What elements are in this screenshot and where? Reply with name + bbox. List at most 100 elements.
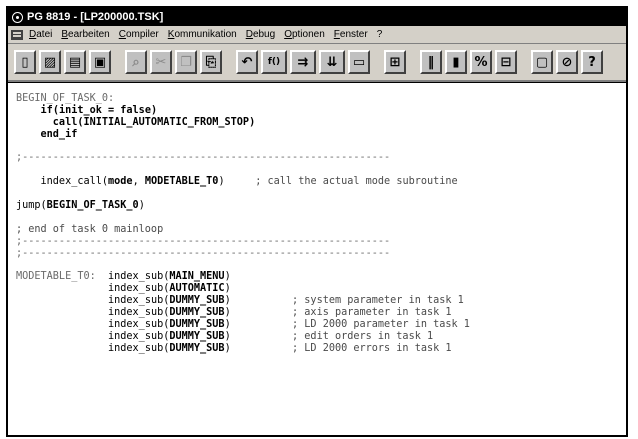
code-line: end_if xyxy=(16,128,78,140)
debug-button[interactable]: ⊞ xyxy=(384,50,406,74)
table-row: index_sub(DUMMY_SUB) ; system parameter … xyxy=(16,295,626,307)
table-row: index_sub(DUMMY_SUB) ; LD 2000 parameter… xyxy=(16,319,626,331)
help-context-button[interactable]: ⊘ xyxy=(556,50,578,74)
pad xyxy=(16,283,108,294)
pad xyxy=(16,331,108,342)
save-icon: ▣ xyxy=(93,54,107,70)
paren: ) xyxy=(224,295,293,307)
compile-button[interactable]: ⇉ xyxy=(290,50,316,74)
menu-fenster[interactable]: Fenster xyxy=(334,29,368,40)
copy-button[interactable]: ❐ xyxy=(175,50,197,74)
stop-icon: ‖ xyxy=(427,54,435,70)
menu-help[interactable]: ? xyxy=(377,29,383,40)
window-title: PG 8819 - [LP200000.TSK] xyxy=(27,11,164,23)
paren: ) xyxy=(224,283,231,295)
compile-icon: ⇉ xyxy=(297,54,309,70)
sub-arg: MAIN_MENU xyxy=(169,271,225,283)
menu-debug[interactable]: Debug xyxy=(246,29,275,40)
code-line: jump(BEGIN_OF_TASK_0) xyxy=(16,200,626,212)
index-sub: index_sub( xyxy=(108,295,170,307)
label-modetable: MODETABLE_T0: xyxy=(16,271,96,283)
menu-bearbeiten[interactable]: Bearbeiten xyxy=(61,29,109,40)
index-sub: index_sub( xyxy=(108,330,170,342)
pad xyxy=(16,343,108,354)
copy-icon: ❐ xyxy=(180,54,192,70)
comment: ; LD 2000 parameter in task 1 xyxy=(292,318,470,330)
variables-button[interactable]: % xyxy=(470,50,492,74)
index-sub: index_sub( xyxy=(108,342,170,354)
open-button[interactable]: ▨ xyxy=(39,50,61,74)
if-statement: if(init_ok = false) xyxy=(40,104,158,116)
cut-button[interactable]: ✂ xyxy=(150,50,172,74)
label-begin-of-task: BEGIN_OF_TASK_0: xyxy=(16,93,115,104)
paren: ) xyxy=(224,318,293,330)
window-button[interactable]: ▢ xyxy=(531,50,553,74)
comment: ; LD 2000 errors in task 1 xyxy=(292,342,452,354)
menu-optionen[interactable]: Optionen xyxy=(284,29,325,40)
sub-arg: DUMMY_SUB xyxy=(169,330,225,342)
function-button[interactable]: f() xyxy=(261,50,287,74)
menu-datei[interactable]: Datei xyxy=(29,29,52,40)
code-line: BEGIN_OF_TASK_0: xyxy=(16,93,626,105)
table-row: index_sub(DUMMY_SUB) ; axis parameter in… xyxy=(16,307,626,319)
menu-compiler[interactable]: Compiler xyxy=(119,29,159,40)
paste-icon: ⎘ xyxy=(205,54,217,70)
app-icon[interactable] xyxy=(12,11,23,23)
cut-icon: ✂ xyxy=(155,54,167,70)
sub-arg: DUMMY_SUB xyxy=(169,318,225,330)
undo-button[interactable]: ↶ xyxy=(236,50,258,74)
print-preview-button[interactable]: ▤ xyxy=(64,50,86,74)
help-button[interactable]: ? xyxy=(581,50,603,74)
find-button[interactable]: ⌕ xyxy=(125,50,147,74)
table-row: MODETABLE_T0: index_sub(MAIN_MENU) xyxy=(16,271,626,283)
save-button[interactable]: ▣ xyxy=(89,50,111,74)
sub-arg: DUMMY_SUB xyxy=(169,307,225,319)
function-icon: f() xyxy=(267,57,281,67)
new-file-button[interactable]: ▯ xyxy=(14,50,36,74)
sub-arg: DUMMY_SUB xyxy=(169,295,225,307)
code-line: if(init_ok = false) xyxy=(16,105,626,117)
menu-kommunikation[interactable]: Kommunikation xyxy=(168,29,237,40)
download-button[interactable]: ⇊ xyxy=(319,50,345,74)
paren: ) xyxy=(224,271,231,283)
code-editor[interactable]: BEGIN_OF_TASK_0: if(init_ok = false) cal… xyxy=(8,82,626,435)
paren: ) xyxy=(138,200,145,212)
toolbar: ▯ ▨ ▤ ▣ ⌕ ✂ ❐ ⎘ ↶ f() ⇉ ⇊ ▭ ⊞ ‖ ▮ % ⊟ ▢ … xyxy=(8,44,626,82)
separator-line: ;---------------------------------------… xyxy=(16,235,391,247)
comment: ; call the actual mode subroutine xyxy=(224,176,458,188)
io-icon: ⊟ xyxy=(500,54,512,70)
monitor-button[interactable]: ▭ xyxy=(348,50,370,74)
modetable-arg: MODETABLE_T0 xyxy=(144,176,219,188)
index-sub: index_sub( xyxy=(108,307,170,319)
index-sub: index_sub( xyxy=(108,318,170,330)
stop-button[interactable]: ‖ xyxy=(420,50,442,74)
comment: ; axis parameter in task 1 xyxy=(292,307,452,319)
title-bar: PG 8819 - [LP200000.TSK] xyxy=(8,8,626,26)
jump-target: BEGIN_OF_TASK_0 xyxy=(46,200,139,212)
app-window: PG 8819 - [LP200000.TSK] Datei Bearbeite… xyxy=(6,6,628,437)
paren: ) xyxy=(224,307,293,319)
table-row: index_sub(DUMMY_SUB) ; LD 2000 errors in… xyxy=(16,343,626,355)
step-icon: ▮ xyxy=(452,54,460,70)
comma: , xyxy=(132,176,145,188)
pad xyxy=(96,271,108,282)
code-line: call(INITIAL_AUTOMATIC_FROM_STOP) xyxy=(16,116,256,128)
open-icon: ▨ xyxy=(43,54,57,70)
undo-icon: ↶ xyxy=(241,54,253,70)
help-icon: ? xyxy=(588,54,596,70)
index-sub: index_sub( xyxy=(108,271,170,283)
print-preview-icon: ▤ xyxy=(68,54,82,70)
paste-button[interactable]: ⎘ xyxy=(200,50,222,74)
io-button[interactable]: ⊟ xyxy=(495,50,517,74)
document-menu-icon[interactable] xyxy=(11,29,23,40)
jump-call: jump( xyxy=(16,200,47,212)
variables-icon: % xyxy=(474,54,488,70)
step-button[interactable]: ▮ xyxy=(445,50,467,74)
code-text[interactable]: BEGIN_OF_TASK_0: if(init_ok = false) cal… xyxy=(8,83,626,355)
table-row: index_sub(AUTOMATIC) xyxy=(16,283,626,295)
paren: ) xyxy=(224,342,293,354)
sub-arg: DUMMY_SUB xyxy=(169,342,225,354)
